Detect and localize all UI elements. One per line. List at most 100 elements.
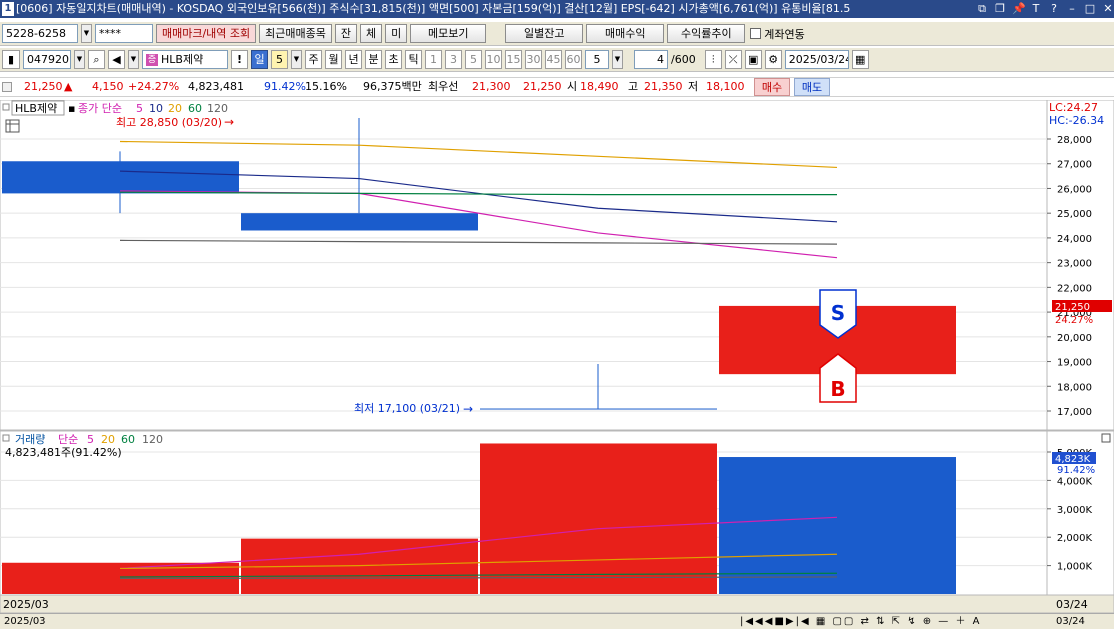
account-input[interactable]: 5228-6258 — [2, 24, 78, 43]
last-vol-label: 4,823K — [1055, 454, 1091, 465]
volume-legend-ma20: 20 — [101, 433, 115, 446]
price-tick-label: 25,000 — [1057, 209, 1092, 220]
period-second-button[interactable]: 초 — [385, 50, 402, 69]
window-index: 1 — [2, 2, 14, 16]
candle-body — [480, 408, 717, 410]
pin-icon[interactable]: 📌 — [1012, 3, 1026, 15]
interval-10-button[interactable]: 10 — [485, 50, 502, 69]
return-trend-button[interactable]: 수익률추이 — [667, 24, 746, 43]
interval-15-button[interactable]: 15 — [505, 50, 522, 69]
ask-price: 21,300 — [472, 80, 511, 93]
price-tick-label: 18,000 — [1057, 382, 1092, 393]
price-panel[interactable] — [0, 100, 1048, 431]
calendar-icon[interactable]: ▦ — [851, 50, 869, 69]
search-icon[interactable]: ⌕ — [88, 50, 105, 69]
low-arrow-icon: → — [463, 402, 473, 416]
interval-45-button[interactable]: 45 — [545, 50, 562, 69]
close-icon[interactable]: ✕ — [1102, 3, 1114, 15]
x-end-label: 03/24 — [1056, 598, 1088, 611]
period-tick-button[interactable]: 틱 — [405, 50, 422, 69]
memo-button[interactable]: 메모보기 — [410, 24, 487, 43]
chart-area[interactable]: 28,000 27,000 26,000 25,000 24,000 23,000 22,0… — [0, 100, 1114, 613]
volume-legend-ma60: 60 — [121, 433, 135, 446]
line-tool-icon[interactable]: ⤫ — [724, 50, 742, 69]
recent-trades-button[interactable]: 최근매매종목 — [259, 24, 332, 43]
trade-profit-button[interactable]: 매매수익 — [586, 24, 665, 43]
trade-mark-button[interactable]: 매매마크/내역 조회 — [156, 24, 257, 43]
period-day-button[interactable]: 일 — [251, 50, 268, 69]
balance-button[interactable]: 잔 — [334, 24, 358, 43]
sell-button[interactable]: 매도 — [794, 78, 830, 96]
volume-ratio: 91.42% — [264, 80, 306, 93]
price-tick-label: 22,000 — [1057, 283, 1092, 294]
high-price: 21,350 — [644, 80, 683, 93]
period-count-field[interactable]: 5 — [271, 50, 288, 69]
font-icon[interactable]: T — [1030, 3, 1042, 15]
help-icon[interactable]: ? — [1048, 3, 1060, 15]
speaker-icon[interactable]: ◀ — [108, 50, 125, 69]
quote-bar: 21,250 ▲ 4,150 +24.27% 4,823,481 91.42% … — [0, 77, 1114, 97]
last-vol-pct-label: 91.42% — [1057, 465, 1095, 476]
period-week-button[interactable]: 주 — [305, 50, 322, 69]
password-input[interactable]: **** — [95, 24, 153, 43]
turnover: 15.16% — [305, 80, 347, 93]
period-month-button[interactable]: 월 — [325, 50, 342, 69]
panel-toggle-icon[interactable]: ▮ — [2, 50, 20, 69]
status-bar: 2025/03 |◀◀◀■▶|◀ ▦ ▢▢ ⇄ ⇅ ⇱ ↯ ⊕ — ＋ A 03… — [0, 613, 1114, 629]
price-tick-label: 24,000 — [1057, 234, 1092, 245]
interval-dropdown-icon[interactable]: ▼ — [612, 50, 623, 69]
link-icon[interactable]: ⧉ — [976, 3, 988, 15]
period-count-dropdown-icon[interactable]: ▼ — [291, 50, 302, 69]
status-right: 03/24 — [1056, 616, 1085, 627]
buy-button[interactable]: 매수 — [754, 78, 790, 96]
stock-name: HLB제약 — [161, 53, 204, 66]
date-input[interactable]: 2025/03/24 — [784, 50, 849, 69]
interval-3-button[interactable]: 3 — [445, 50, 462, 69]
legend-toggle-icon[interactable] — [2, 103, 10, 111]
sell-marker-label: S — [831, 301, 845, 325]
stock-name-field[interactable]: 증 HLB제약 — [142, 50, 228, 69]
open-price: 18,490 — [580, 80, 619, 93]
playback-controls-icon[interactable]: |◀◀◀■▶|◀ ▦ ▢▢ ⇄ ⇅ ⇱ ↯ ⊕ — ＋ A — [740, 614, 982, 629]
volume-close-icon[interactable] — [1101, 433, 1111, 443]
legend-label: 종가 단순 — [78, 102, 122, 115]
interval-60-button[interactable]: 60 — [565, 50, 582, 69]
volume-legend-toggle-icon[interactable] — [2, 434, 10, 442]
count-input[interactable]: 4 — [634, 50, 668, 69]
copy-icon[interactable]: ❐ — [994, 3, 1006, 15]
code-input[interactable]: 047920 — [23, 50, 71, 69]
unfilled-button[interactable]: 미 — [385, 24, 408, 43]
buy-marker-label: B — [830, 377, 845, 401]
executed-button[interactable]: 체 — [360, 24, 383, 43]
alert-icon[interactable]: ! — [231, 50, 248, 69]
interval-5-button[interactable]: 5 — [465, 50, 482, 69]
price-tick-label: 19,000 — [1057, 358, 1092, 369]
legend-ma20: 20 — [168, 102, 182, 115]
period-minute-button[interactable]: 분 — [365, 50, 382, 69]
account-link-checkbox[interactable] — [750, 28, 762, 39]
high-label: 고 — [628, 80, 639, 93]
speaker-dropdown-icon[interactable]: ▼ — [128, 50, 139, 69]
volume-legend-ma-label: 단순 — [58, 433, 78, 446]
low-price: 18,100 — [706, 80, 745, 93]
legend-ma120: 120 — [207, 102, 228, 115]
price-tick-label: 26,000 — [1057, 184, 1092, 195]
table-icon[interactable] — [5, 119, 20, 133]
open-label: 시 — [567, 80, 578, 93]
status-left: 2025/03 — [4, 616, 46, 627]
maximize-icon[interactable]: □ — [1084, 3, 1096, 15]
settings-icon[interactable]: ⚙ — [764, 50, 782, 69]
daily-balance-button[interactable]: 일별잔고 — [505, 24, 584, 43]
interval-1-button[interactable]: 1 — [425, 50, 442, 69]
candle-body — [241, 213, 478, 231]
period-year-button[interactable]: 년 — [345, 50, 362, 69]
account-dropdown-icon[interactable]: ▼ — [81, 24, 92, 43]
minimize-icon[interactable]: – — [1066, 3, 1078, 15]
current-price: 21,250 — [24, 80, 63, 93]
chart-type-icon[interactable]: ⫶ — [704, 50, 722, 69]
save-icon[interactable]: ▣ — [744, 50, 762, 69]
interval-select[interactable]: 5 — [585, 50, 609, 69]
quote-toggle-icon[interactable] — [2, 82, 12, 92]
interval-30-button[interactable]: 30 — [525, 50, 542, 69]
code-dropdown-icon[interactable]: ▼ — [74, 50, 85, 69]
